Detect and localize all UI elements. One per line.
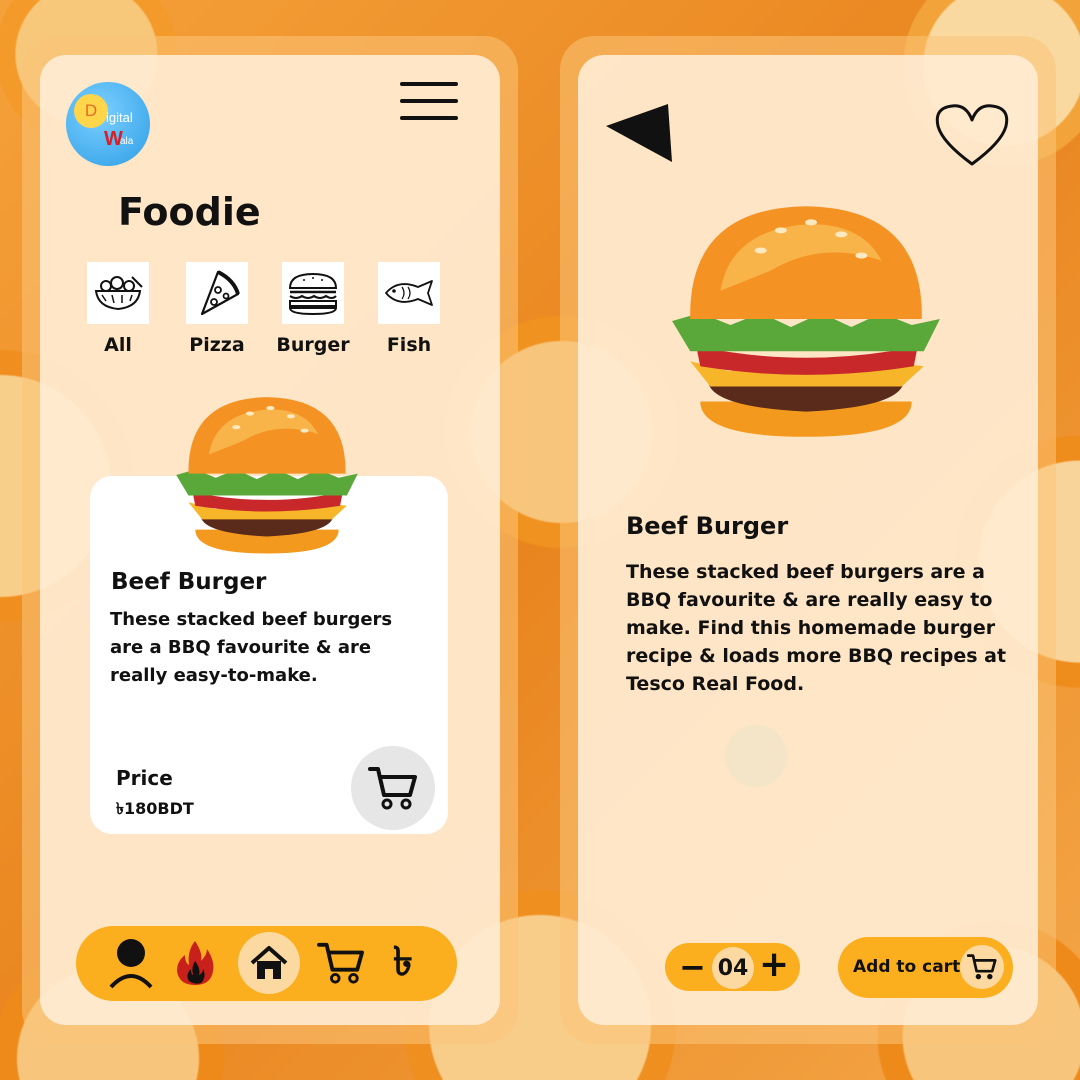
cart-icon <box>317 942 364 984</box>
home-icon <box>250 946 288 979</box>
logo-line3: ala <box>120 136 134 147</box>
nav-profile[interactable] <box>100 932 162 994</box>
app-title: Foodie <box>118 190 261 234</box>
price-value: ৳180BDT <box>116 799 194 818</box>
card-add-to-cart-button[interactable] <box>351 746 435 830</box>
category-fish[interactable]: Fish <box>369 262 449 356</box>
nav-cart[interactable] <box>310 932 372 994</box>
category-all[interactable]: All <box>78 262 158 356</box>
digital-wala-logo: D igital W ala <box>66 82 150 166</box>
add-to-cart-label: Add to cart <box>853 957 961 977</box>
add-to-cart-button[interactable]: Add to cart <box>838 937 1013 998</box>
detail-title: Beef Burger <box>626 512 789 540</box>
nav-payment[interactable]: ৳ <box>372 932 434 994</box>
logo-letter: D <box>74 94 108 128</box>
fish-icon <box>385 280 433 306</box>
nav-home[interactable] <box>238 932 300 994</box>
category-pizza[interactable]: Pizza <box>177 262 257 356</box>
price-label: Price <box>116 766 173 790</box>
hamburger-menu-icon[interactable] <box>400 82 458 122</box>
heart-icon[interactable] <box>934 102 1010 168</box>
pizza-slice-icon <box>200 270 240 316</box>
card-title: Beef Burger <box>111 569 267 595</box>
card-description: These stacked beef burgers are a BBQ fav… <box>110 609 393 686</box>
category-label: Burger <box>276 334 350 356</box>
taka-icon: ৳ <box>393 938 413 985</box>
quantity-value: 04 <box>717 955 749 981</box>
category-label: All <box>104 334 132 356</box>
category-label: Fish <box>386 334 432 356</box>
cart-icon <box>368 767 417 810</box>
fire-icon <box>177 941 214 985</box>
salad-bowl-icon <box>94 276 143 311</box>
nav-trending[interactable] <box>164 932 226 994</box>
bottom-nav-bar: ৳ <box>76 926 457 1001</box>
logo-line1: igital <box>106 110 133 125</box>
profile-icon <box>109 939 153 989</box>
category-burger[interactable]: Burger <box>273 262 353 356</box>
back-arrow-icon[interactable] <box>604 102 674 164</box>
category-label: Pizza <box>189 334 245 356</box>
burger-hero-image <box>672 206 940 437</box>
detail-description: These stacked beef burgers are a BBQ fav… <box>626 561 1007 695</box>
quantity-stepper: − 04 + <box>665 943 800 991</box>
decrement-button[interactable]: − <box>679 947 706 987</box>
burger-icon <box>288 272 338 316</box>
cart-icon <box>967 954 997 980</box>
increment-button[interactable]: + <box>759 945 789 985</box>
burger-image <box>176 397 358 554</box>
